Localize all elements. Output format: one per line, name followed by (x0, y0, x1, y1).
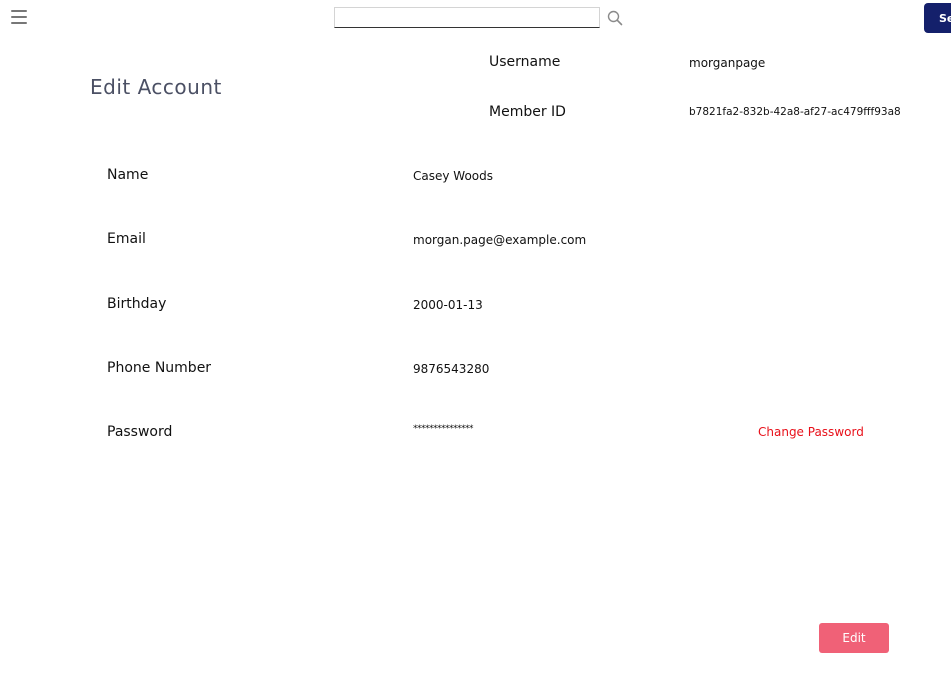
phone-number-value: 9876543280 (413, 362, 490, 376)
menu-line (11, 16, 27, 18)
search-button[interactable]: Se (924, 3, 951, 33)
username-value: morganpage (689, 56, 766, 70)
member-id-value: b7821fa2-832b-42a8-af27-ac479fff93a8 (689, 106, 901, 118)
page-title: Edit Account (90, 75, 222, 99)
password-label: Password (107, 424, 173, 440)
search-input[interactable] (334, 7, 600, 28)
email-label: Email (107, 231, 146, 247)
phone-number-label: Phone Number (107, 360, 212, 376)
birthday-value: 2000-01-13 (413, 298, 483, 312)
username-label: Username (489, 54, 561, 70)
menu-line (11, 22, 27, 24)
edit-button[interactable]: Edit (819, 623, 889, 653)
name-value: Casey Woods (413, 169, 493, 183)
password-value: *************** (413, 424, 474, 434)
search-icon[interactable] (607, 10, 623, 26)
email-value: morgan.page@example.com (413, 233, 587, 247)
name-label: Name (107, 167, 149, 183)
member-id-label: Member ID (489, 104, 566, 120)
hamburger-menu-icon[interactable] (11, 10, 27, 24)
change-password-link[interactable]: Change Password (758, 425, 864, 439)
birthday-label: Birthday (107, 296, 167, 312)
menu-line (11, 10, 27, 12)
